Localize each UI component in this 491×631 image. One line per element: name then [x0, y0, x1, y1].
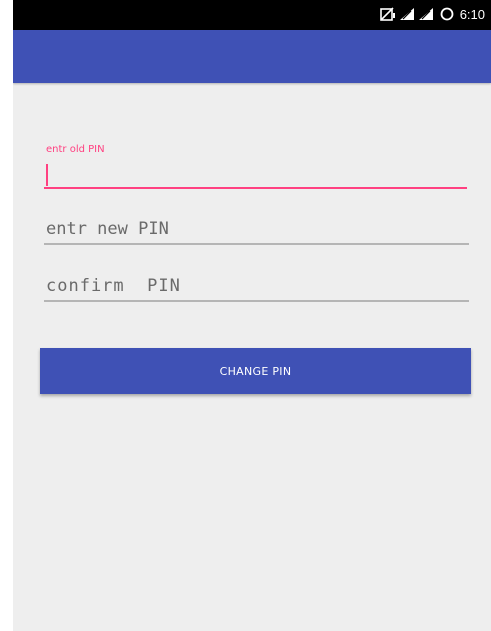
signal-icon [418, 8, 433, 20]
old-pin-field[interactable]: entr old PIN [44, 140, 467, 190]
status-time: 6:10 [459, 6, 485, 22]
confirm-pin-field [44, 272, 469, 302]
old-pin-underline [44, 187, 467, 189]
old-pin-label: entr old PIN [46, 144, 105, 155]
change-pin-button[interactable]: CHANGE PIN [40, 348, 471, 394]
new-pin-input[interactable] [44, 215, 469, 245]
new-pin-field [44, 215, 469, 247]
confirm-pin-input[interactable] [44, 272, 469, 302]
phone-screen: 6:10 entr old PIN CHANGE PIN [13, 0, 491, 631]
text-cursor [46, 164, 48, 186]
no-sim-icon [379, 7, 395, 21]
battery-ring-icon [440, 7, 454, 21]
status-bar: 6:10 [13, 0, 491, 30]
app-toolbar [13, 30, 491, 83]
signal-icon [399, 8, 414, 20]
status-icons: 6:10 [379, 5, 485, 23]
